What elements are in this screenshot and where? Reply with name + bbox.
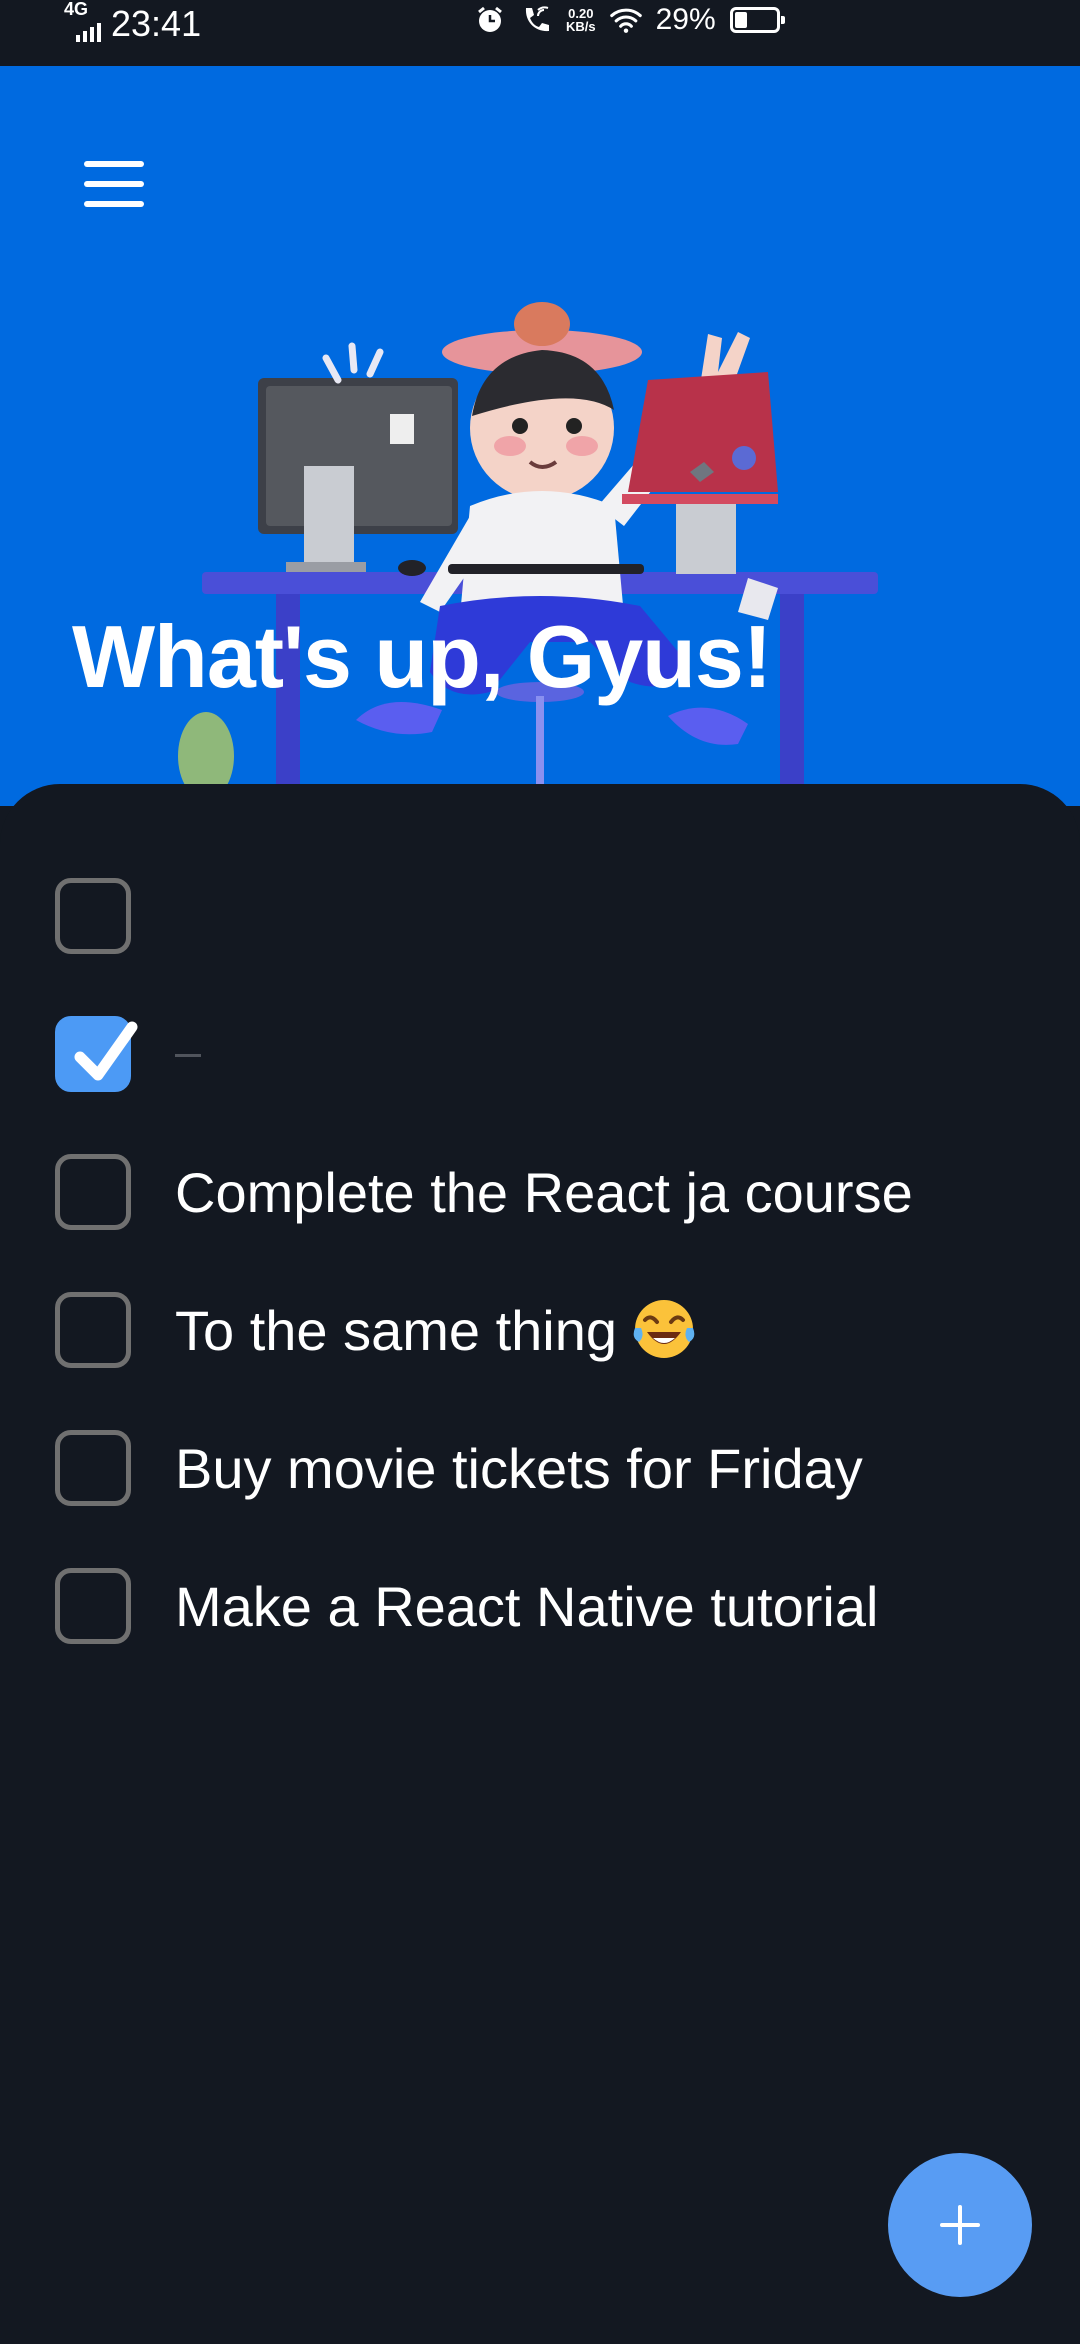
status-left: 4G 23:41 [60,0,202,44]
list-item: To the same thing [55,1292,697,1368]
list-item: Buy movie tickets for Friday [55,1430,863,1506]
battery-icon [729,7,785,33]
speed-unit: KB/s [566,19,596,34]
task-label[interactable] [175,1032,201,1077]
task-checkbox[interactable] [55,1154,131,1230]
task-checkbox-checked[interactable] [55,1016,138,1092]
hamburger-menu-icon[interactable] [84,161,144,207]
page-title: What's up, Gyus! [72,607,772,706]
list-item: Complete the React ja course [55,1154,913,1230]
task-checkbox[interactable] [55,1292,131,1368]
wifi-icon [609,4,642,36]
face-with-tears-of-joy-icon [633,1299,695,1358]
battery-percent: 29% [655,3,716,36]
alarm-icon [474,4,506,36]
list-item [55,878,175,954]
task-list-card: Complete the React ja course To the same… [0,784,1080,2344]
strikethrough-dash [175,1054,201,1058]
network-type: 4G [64,0,89,19]
signal-icon [76,20,102,42]
clock-time: 23:41 [111,3,202,44]
task-checkbox[interactable] [55,1568,131,1644]
task-checkbox[interactable] [55,1430,131,1506]
battery-fill [734,12,747,28]
task-label[interactable]: Make a React Native tutorial [175,1574,878,1639]
wifi-call-icon [520,4,552,36]
network-speed: 0.20 KB/s [566,7,596,33]
add-task-button[interactable] [888,2153,1032,2297]
list-item [55,1016,201,1092]
status-bar: 4G 23:41 0.20 KB/s 29% [0,0,1080,66]
task-label[interactable]: To the same thing [175,1298,697,1363]
checkmark-icon [74,1021,138,1081]
list-item: Make a React Native tutorial [55,1568,878,1644]
task-checkbox[interactable] [55,878,131,954]
header: What's up, Gyus! [0,66,1080,806]
task-label[interactable]: Complete the React ja course [175,1160,913,1225]
task-label[interactable]: Buy movie tickets for Friday [175,1436,863,1501]
status-right: 0.20 KB/s 29% [474,0,785,40]
task-label-text: To the same thing [175,1298,618,1362]
